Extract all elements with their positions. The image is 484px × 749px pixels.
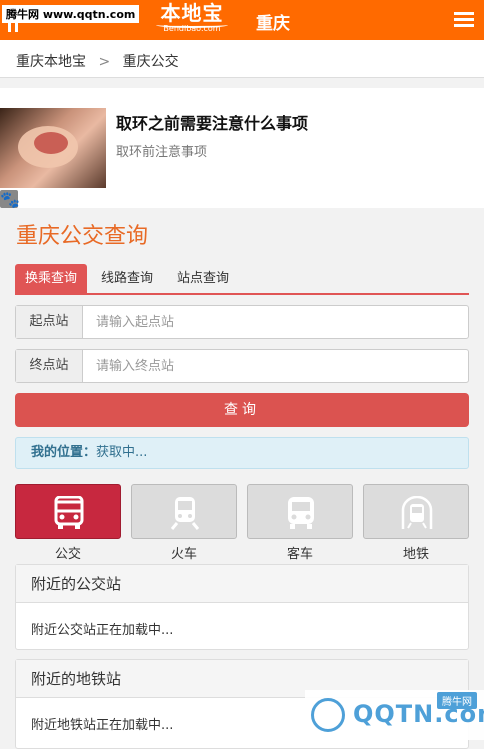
mode-train[interactable]: 火车 xyxy=(131,484,237,562)
mode-bus-label: 公交 xyxy=(54,547,81,562)
mode-subway[interactable]: 地铁 xyxy=(363,484,469,562)
breadcrumb: 重庆本地宝 > 重庆公交 xyxy=(0,40,484,78)
mode-subway-label: 地铁 xyxy=(402,547,429,562)
mode-train-label: 火车 xyxy=(170,547,197,562)
logo-swoosh xyxy=(156,22,228,28)
watermark-logo-icon xyxy=(311,698,345,732)
mode-coach[interactable]: 客车 xyxy=(247,484,353,562)
watermark-bottom: QQTN.com 腾牛网 xyxy=(305,690,484,740)
mode-coach-box[interactable] xyxy=(247,484,353,539)
mode-coach-label: 客车 xyxy=(286,547,313,562)
nearby-bus-title: 附近的公交站 xyxy=(16,565,468,603)
query-tabs: 换乘查询 线路查询 站点查询 xyxy=(15,264,469,295)
mode-train-box[interactable] xyxy=(131,484,237,539)
nearby-bus-panel: 附近的公交站 附近公交站正在加载中... xyxy=(15,564,469,650)
subway-icon xyxy=(401,496,433,529)
tab-route[interactable]: 线路查询 xyxy=(91,264,163,293)
query-button[interactable]: 查询 xyxy=(15,393,469,427)
start-station-label: 起点站 xyxy=(16,306,83,338)
city-name[interactable]: 重庆 xyxy=(256,9,290,34)
watermark-top: 腾牛网 www.qqtn.com xyxy=(2,5,140,23)
watermark-badge: 腾牛网 xyxy=(437,692,477,709)
end-station-field: 终点站 xyxy=(15,349,469,383)
breadcrumb-home[interactable]: 重庆本地宝 xyxy=(16,54,86,70)
breadcrumb-current[interactable]: 重庆公交 xyxy=(123,54,179,70)
location-bar: 我的位置：获取中... xyxy=(15,437,469,469)
site-logo[interactable]: 本地宝 Bendibao.com xyxy=(152,2,232,38)
top-bar: 腾牛网 www.qqtn.com 本地宝 Bendibao.com 重庆 xyxy=(0,0,484,40)
home-icon[interactable] xyxy=(8,22,18,32)
bus-icon xyxy=(54,496,84,529)
coach-icon xyxy=(288,497,314,529)
location-value: 获取中... xyxy=(96,445,148,460)
mode-bus[interactable]: 公交 xyxy=(15,484,121,562)
train-icon xyxy=(170,497,200,530)
start-station-input[interactable] xyxy=(84,306,468,338)
nearby-bus-status: 附近公交站正在加载中... xyxy=(31,623,174,638)
location-label: 我的位置： xyxy=(31,445,97,460)
ad-image[interactable] xyxy=(0,108,106,188)
tab-transfer[interactable]: 换乘查询 xyxy=(15,264,88,293)
ad-title[interactable]: 取环之前需要注意什么事项 xyxy=(116,110,308,134)
mode-subway-box[interactable] xyxy=(363,484,469,539)
ad-paw-icon[interactable] xyxy=(0,190,18,208)
logo-text: 本地宝 xyxy=(160,1,224,25)
ad-banner[interactable]: 取环之前需要注意什么事项 取环前注意事项 xyxy=(0,88,484,208)
end-station-input[interactable] xyxy=(84,350,468,382)
menu-icon[interactable] xyxy=(454,12,474,28)
breadcrumb-separator: > xyxy=(98,54,111,70)
ad-subtitle: 取环前注意事项 xyxy=(116,145,208,160)
start-station-field: 起点站 xyxy=(15,305,469,339)
mode-bus-box[interactable] xyxy=(15,484,121,539)
tab-station[interactable]: 站点查询 xyxy=(167,264,239,293)
transport-modes: 公交 火车 客车 地铁 xyxy=(15,484,469,562)
page-title: 重庆公交查询 xyxy=(16,224,149,249)
end-station-label: 终点站 xyxy=(16,350,83,382)
